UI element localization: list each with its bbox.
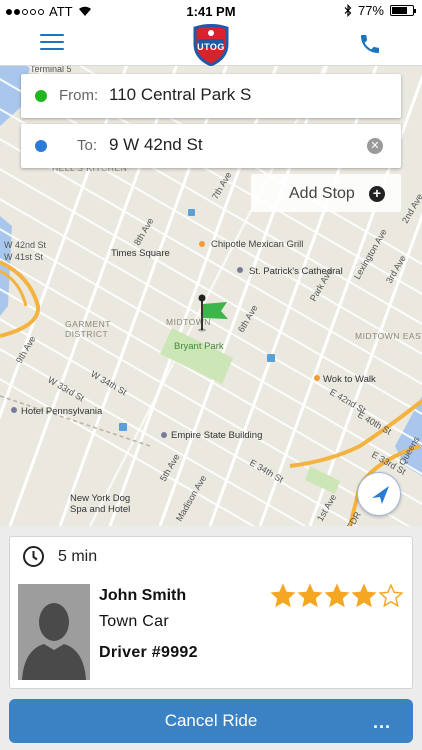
person-silhouette-icon <box>18 584 90 680</box>
driver-rating <box>270 583 404 609</box>
phone-icon[interactable] <box>358 32 382 56</box>
driver-name: John Smith <box>99 587 187 604</box>
map-label-hotel-pennsylvania: Hotel Pennsylvania <box>21 406 103 417</box>
map-label-terminal: Terminal 5 <box>30 66 72 74</box>
utog-logo: UTOG <box>190 24 232 67</box>
map-label-ny-dog-spa: New York Dog Spa and Hotel <box>70 493 131 515</box>
battery-percent: 77% <box>357 3 384 18</box>
map-label-bryant-park: Bryant Park <box>174 341 224 352</box>
star-filled-icon <box>324 583 350 608</box>
driver-card: John Smith Town Car Driver #9992 <box>9 575 413 689</box>
status-right: 77% <box>344 3 416 18</box>
map-label-times-square: Times Square <box>111 248 170 259</box>
star-filled-icon <box>297 583 323 608</box>
driver-avatar <box>18 584 90 680</box>
logo-text: UTOG <box>197 42 225 52</box>
star-filled-icon <box>351 583 377 608</box>
dropoff-field[interactable]: To: 9 W 42nd St ✕ <box>21 124 401 168</box>
navigation-arrow-icon <box>372 486 389 504</box>
eta-text: 5 min <box>58 548 98 565</box>
dropoff-label: To: <box>77 137 98 154</box>
dropoff-address[interactable]: 9 W 42nd St <box>109 135 203 155</box>
hamburger-menu-icon[interactable] <box>40 34 64 54</box>
vehicle-type: Town Car <box>99 613 169 630</box>
pickup-address[interactable]: 110 Central Park S <box>109 85 251 105</box>
street-label-w41: W 41st St <box>4 252 44 262</box>
map-label-wok-to-walk: Wok to Walk <box>323 374 376 385</box>
plus-icon: + <box>369 186 385 202</box>
add-stop-button[interactable]: Add Stop + <box>251 174 401 212</box>
add-stop-label: Add Stop <box>289 185 355 202</box>
nav-bar: UTOG <box>0 22 422 67</box>
status-bar: ATT 1:41 PM 77% <box>0 0 422 22</box>
pickup-label: From: <box>59 87 99 104</box>
dropoff-dot-icon <box>35 140 47 152</box>
battery-icon <box>390 5 416 16</box>
map-label-garment-district: GARMENT DISTRICT <box>65 319 111 339</box>
star-empty-icon <box>378 583 404 608</box>
map-label-chipotle: Chipotle Mexican Grill <box>211 239 304 250</box>
cancel-ride-label: Cancel Ride <box>164 711 258 730</box>
destination-flag-icon <box>198 294 228 332</box>
driver-number: Driver #9992 <box>99 644 198 661</box>
eta-card: 5 min <box>9 536 413 576</box>
pickup-dot-icon <box>35 90 47 102</box>
street-label-w42: W 42nd St <box>4 240 47 250</box>
app-root: ATT 1:41 PM 77% UTOG HELL'S KITCHEN Time… <box>0 0 422 750</box>
clear-icon[interactable]: ✕ <box>367 138 383 154</box>
more-options-icon[interactable]: ... <box>373 712 391 733</box>
cancel-ride-button[interactable]: Cancel Ride ... <box>9 699 413 743</box>
pickup-field[interactable]: From: 110 Central Park S <box>21 74 401 118</box>
bluetooth-icon <box>344 4 352 17</box>
locate-me-button[interactable] <box>357 472 401 516</box>
clock-icon <box>23 546 44 567</box>
map-label-empire-state: Empire State Building <box>171 430 263 441</box>
star-filled-icon <box>270 583 296 608</box>
map-label-midtown-east: MIDTOWN EAST <box>355 331 422 341</box>
